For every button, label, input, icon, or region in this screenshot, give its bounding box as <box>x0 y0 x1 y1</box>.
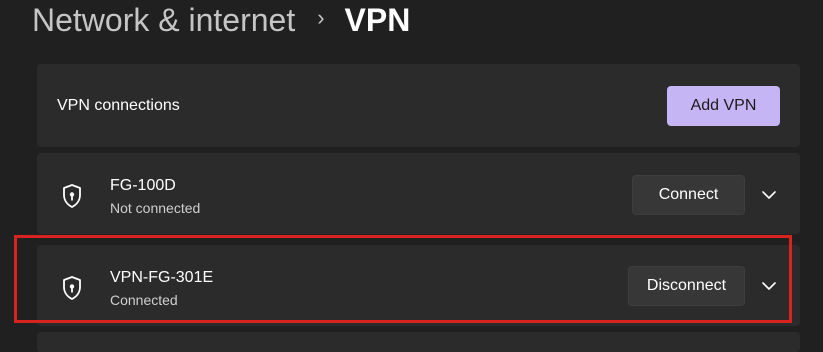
vpn-name: FG-100D <box>110 177 176 194</box>
breadcrumb: Network & internet › VPN <box>32 0 410 40</box>
shield-lock-icon <box>63 184 81 208</box>
vpn-next-row-partial <box>37 332 800 352</box>
vpn-connection-row-vpn-fg-301e[interactable]: VPN-FG-301E Connected Disconnect <box>37 245 800 326</box>
vpn-status: Not connected <box>110 200 201 216</box>
disconnect-button[interactable]: Disconnect <box>628 266 745 306</box>
connect-button[interactable]: Connect <box>632 175 745 215</box>
chevron-down-icon[interactable] <box>761 281 777 291</box>
vpn-connection-row-fg-100d[interactable]: FG-100D Not connected Connect <box>37 153 800 234</box>
vpn-connections-header-card: VPN connections Add VPN <box>37 64 800 147</box>
breadcrumb-separator-chevron-icon: › <box>317 5 325 30</box>
vpn-status: Connected <box>110 292 178 308</box>
vpn-connections-label: VPN connections <box>57 97 180 114</box>
page-title: VPN <box>344 1 411 38</box>
add-vpn-button[interactable]: Add VPN <box>667 86 780 126</box>
chevron-down-icon[interactable] <box>761 190 777 200</box>
breadcrumb-network-internet[interactable]: Network & internet <box>32 2 295 39</box>
vpn-name: VPN-FG-301E <box>110 269 214 286</box>
shield-lock-icon <box>63 276 81 300</box>
